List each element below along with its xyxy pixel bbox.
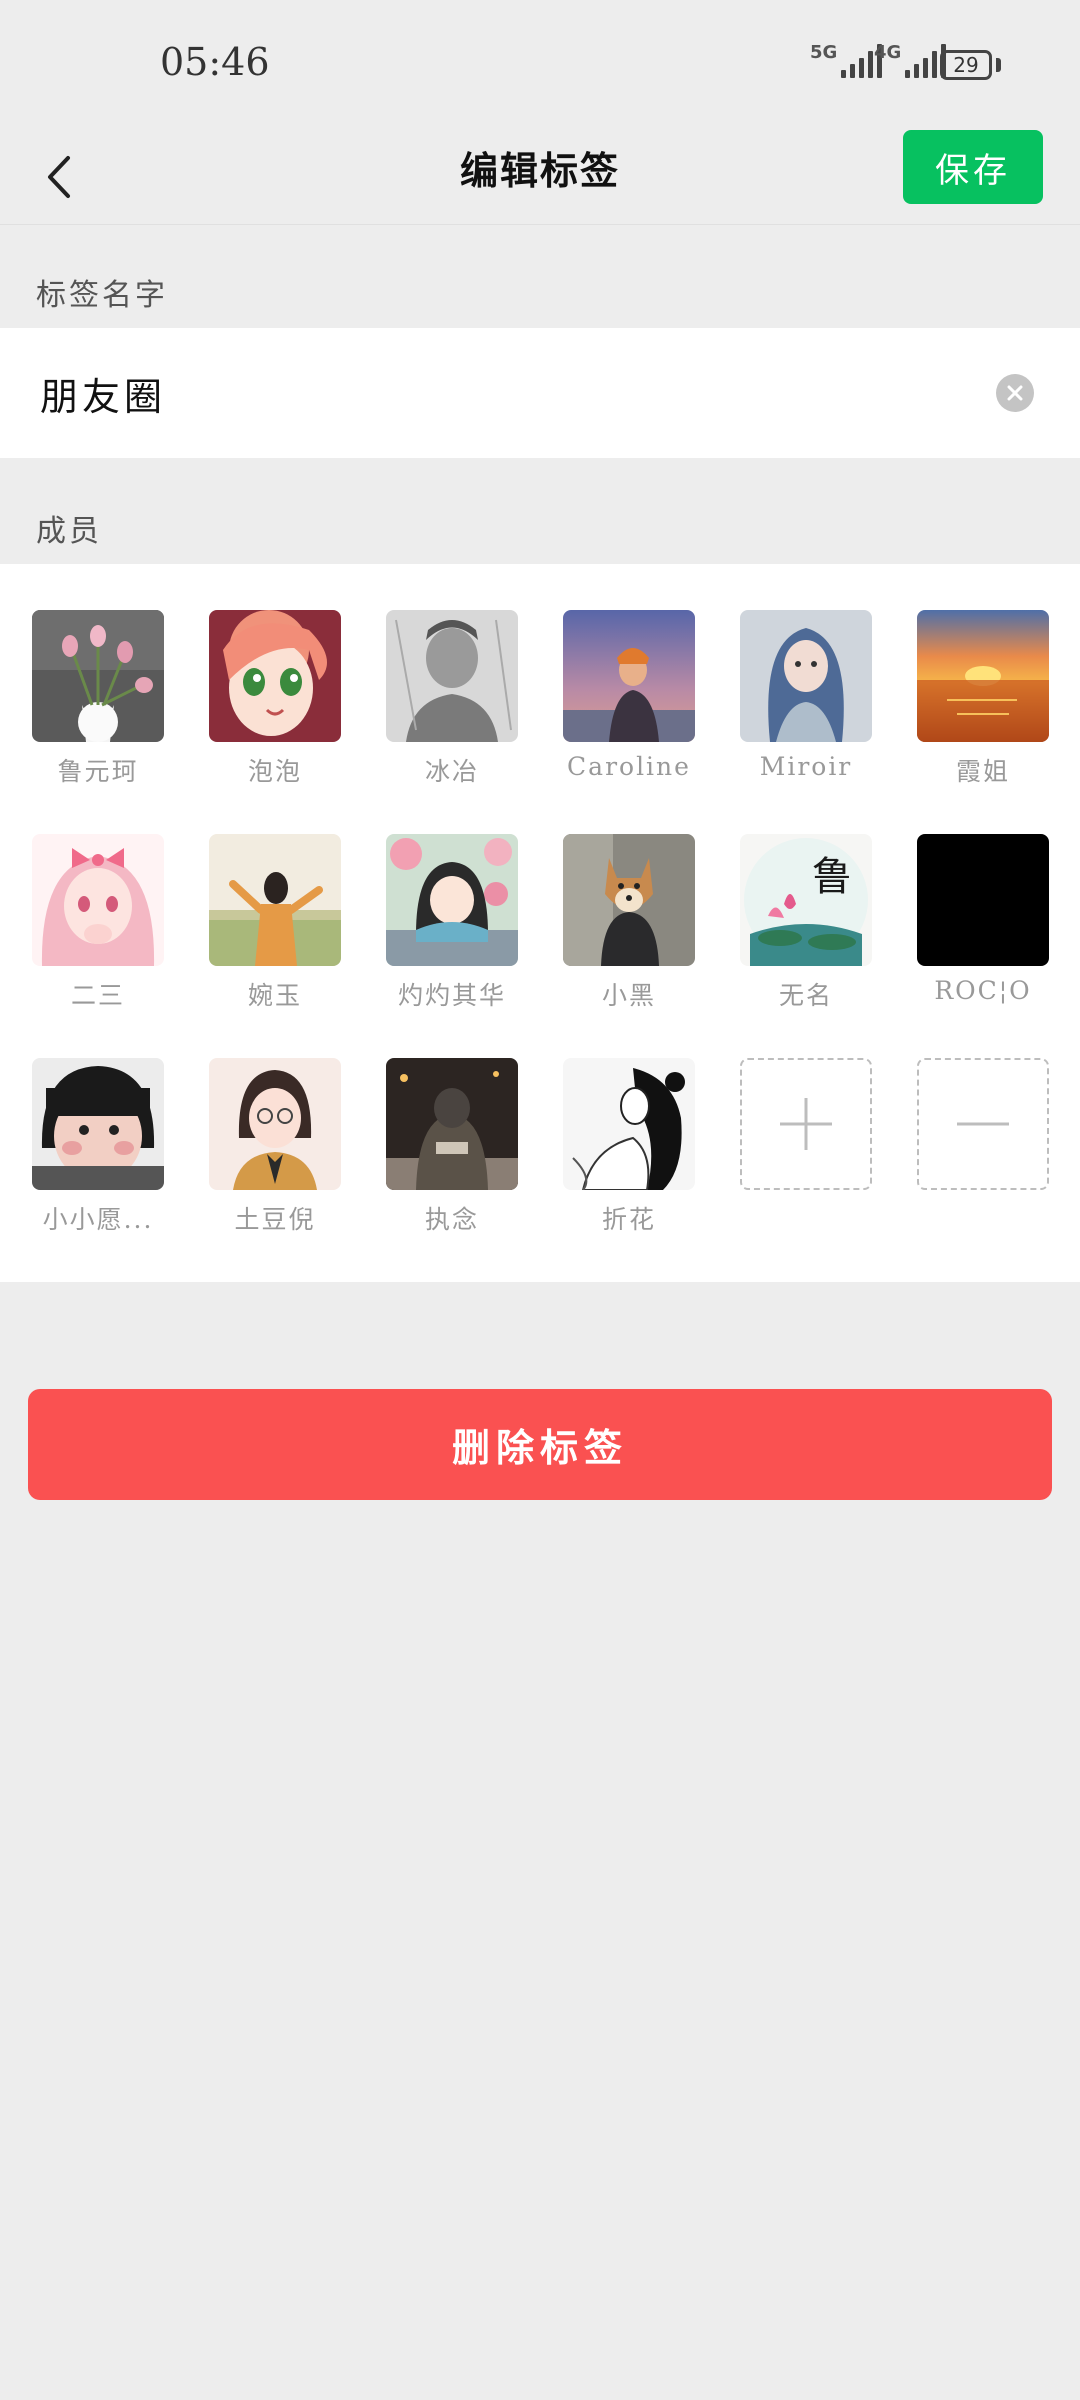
flower-girl-avatar[interactable] xyxy=(386,834,518,966)
member-name: Miroir xyxy=(759,752,853,781)
member-name: 小小愿... xyxy=(42,1205,154,1234)
member-name: 婉玉 xyxy=(247,981,302,1010)
add-member-button[interactable] xyxy=(740,1058,872,1190)
baby-avatar[interactable] xyxy=(32,1058,164,1190)
members-label: 成员 xyxy=(36,514,102,549)
members-grid: 鲁元珂 泡泡 冰冶 Caroline Miroir 霞姐 二三 婉玉 灼灼其华 … xyxy=(0,564,1080,1282)
member-item[interactable]: 灼灼其华 xyxy=(386,834,518,1012)
member-name: 泡泡 xyxy=(247,757,302,786)
member-item[interactable]: 泡泡 xyxy=(209,610,341,788)
shiba-avatar[interactable] xyxy=(563,834,695,966)
member-name: 冰冶 xyxy=(424,757,479,786)
member-name: 霞姐 xyxy=(955,757,1010,786)
save-button[interactable]: 保存 xyxy=(903,130,1043,204)
battery-icon: 29 xyxy=(940,50,992,80)
nav-bar: 编辑标签 保存 xyxy=(0,130,1080,224)
member-item[interactable]: 鲁元珂 xyxy=(32,610,164,788)
signal-5g-icon: 5G xyxy=(810,44,883,78)
close-icon xyxy=(1007,385,1023,401)
black-avatar[interactable] xyxy=(917,834,1049,966)
member-name: ROC¦O xyxy=(934,976,1032,1005)
pink-anime-avatar[interactable] xyxy=(32,834,164,966)
sea-sunset-avatar[interactable] xyxy=(917,610,1049,742)
cartoon-girl-avatar[interactable] xyxy=(209,1058,341,1190)
nav-divider xyxy=(0,224,1080,225)
member-item[interactable]: 折花 xyxy=(563,1058,695,1236)
member-name: 灼灼其华 xyxy=(397,981,506,1010)
tag-name-input[interactable]: 朋友圈 xyxy=(40,366,166,421)
member-name: 土豆倪 xyxy=(234,1205,316,1234)
member-name: 执念 xyxy=(424,1205,479,1234)
signal-4g-icon: 4G xyxy=(874,44,947,78)
member-item[interactable]: ROC¦O xyxy=(917,834,1049,1005)
field-girl-avatar[interactable] xyxy=(209,834,341,966)
status-bar: 05:46 5G 4G 29 xyxy=(0,0,1080,130)
sunset-girl-avatar[interactable] xyxy=(563,610,695,742)
member-item[interactable]: 二三 xyxy=(32,834,164,1012)
remove-member-button[interactable] xyxy=(917,1058,1049,1190)
tag-name-field[interactable]: 朋友圈 xyxy=(0,328,1080,458)
battery-level: 29 xyxy=(953,53,979,77)
battery-cap xyxy=(996,58,1001,72)
member-item[interactable]: 冰冶 xyxy=(386,610,518,788)
tulips-avatar[interactable] xyxy=(32,610,164,742)
chevron-left-icon xyxy=(48,156,70,198)
member-name: 鲁元珂 xyxy=(57,757,139,786)
clear-icon[interactable] xyxy=(996,374,1034,412)
member-name: Caroline xyxy=(567,752,691,781)
plus-icon xyxy=(780,1098,832,1150)
blue-hair-girl-avatar[interactable] xyxy=(740,610,872,742)
member-item[interactable]: 执念 xyxy=(386,1058,518,1236)
minus-icon xyxy=(957,1122,1009,1126)
member-item[interactable]: Caroline xyxy=(563,610,695,781)
member-item[interactable]: 婉玉 xyxy=(209,834,341,1012)
pencil-sketch-avatar[interactable] xyxy=(386,610,518,742)
tag-name-label: 标签名字 xyxy=(36,278,168,313)
member-name: 折花 xyxy=(601,1205,656,1234)
delete-tag-button[interactable]: 删除标签 xyxy=(28,1389,1052,1500)
hoodie-night-avatar[interactable] xyxy=(386,1058,518,1190)
member-item[interactable]: 鲁 无名 xyxy=(740,834,872,1012)
member-name: 小黑 xyxy=(601,981,656,1010)
status-time: 05:46 xyxy=(160,40,270,84)
member-item[interactable]: 小小愿... xyxy=(32,1058,164,1236)
anime-girl-avatar[interactable] xyxy=(209,610,341,742)
lu-character: 鲁 xyxy=(812,854,852,900)
member-item[interactable]: 小黑 xyxy=(563,834,695,1012)
member-item[interactable]: 土豆倪 xyxy=(209,1058,341,1236)
member-name: 无名 xyxy=(778,981,833,1010)
member-item[interactable]: Miroir xyxy=(740,610,872,781)
member-item[interactable]: 霞姐 xyxy=(917,610,1049,788)
ink-girl-avatar[interactable] xyxy=(563,1058,695,1190)
lotus-lu-avatar[interactable]: 鲁 xyxy=(740,834,872,966)
back-button[interactable] xyxy=(24,142,94,212)
member-name: 二三 xyxy=(70,981,125,1010)
